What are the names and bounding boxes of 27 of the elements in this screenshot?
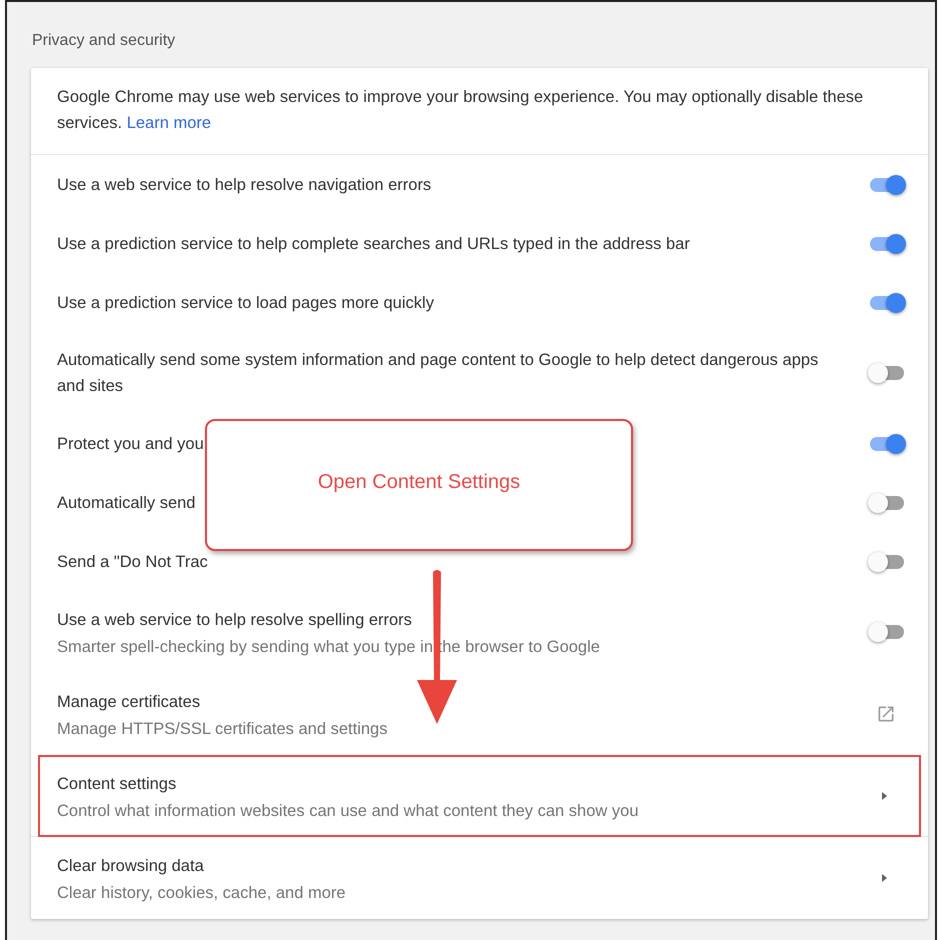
toggle-switch[interactable] <box>868 622 906 642</box>
setting-label: Manage certificates <box>57 692 202 713</box>
setting-label: Use a web service to help resolve spelling errors <box>57 610 413 631</box>
callout-text: Open Content Settings <box>318 470 520 494</box>
toggle-switch[interactable] <box>868 363 906 383</box>
setting-label: Use a web service to help resolve navigation errors <box>57 174 432 196</box>
toggle-switch[interactable] <box>868 174 906 194</box>
toggle-switch[interactable] <box>868 292 906 312</box>
setting-label: Use a prediction service to load pages more quickly <box>57 292 435 314</box>
setting-label: Use a prediction service to help complete searches and URLs typed in the address bar <box>57 234 691 254</box>
setting-label: Protect you and you <box>57 434 205 454</box>
setting-description: Clear history, cookies, cache, and more <box>57 884 347 903</box>
toggle-switch[interactable] <box>868 434 906 454</box>
setting-label: Content settings <box>57 774 178 794</box>
setting-label: Send a "Do Not Trac <box>57 552 209 572</box>
toggle-switch[interactable] <box>868 492 906 512</box>
setting-description: Control what information websites can use and what content they can show you <box>57 802 640 820</box>
toggle-switch[interactable] <box>868 552 906 572</box>
setting-label: Automatically send <box>57 492 196 514</box>
section-title: Privacy and security <box>32 32 176 50</box>
toggle-switch[interactable] <box>868 234 906 254</box>
intro-text: Google Chrome may use web services to improve your browsing experience. You may optionally disable these services. Learn more <box>31 68 928 155</box>
setting-description: Manage HTTPS/SSL certificates and settings <box>57 720 388 739</box>
external-link-icon[interactable] <box>876 704 896 724</box>
setting-label: Clear browsing data <box>57 856 205 877</box>
learn-more-link[interactable]: Learn more <box>126 114 212 132</box>
setting-label: Automatically send some system information and page content to Google to help detect dangerous apps and sites <box>57 350 820 397</box>
